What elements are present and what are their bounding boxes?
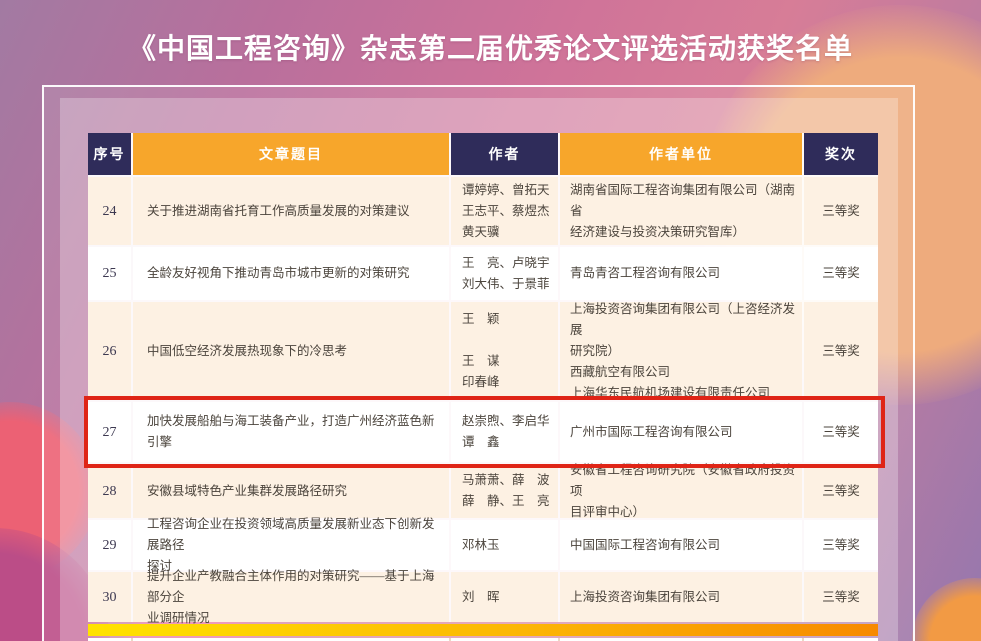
row-no: 25 xyxy=(88,247,131,300)
decor-orange-glow-circle xyxy=(912,578,981,641)
row-unit: 上海投资咨询集团有限公司 xyxy=(560,572,802,622)
row-unit: 湖南省国际工程咨询集团有限公司（湖南省 经济建设与投资决策研究智库） xyxy=(560,177,802,245)
row-award: 三等奖 xyxy=(804,247,878,300)
row-award: 三等奖 xyxy=(804,464,878,518)
header-cell-award: 奖次 xyxy=(804,133,878,175)
row-unit: 青岛青咨工程咨询有限公司 xyxy=(560,247,802,300)
row-award: 三等奖 xyxy=(804,520,878,570)
row-title: 加快发展船舶与海工装备产业，打造广州经济蓝色新引擎 xyxy=(133,402,449,462)
row-no: 27 xyxy=(88,402,131,462)
row-title: 提升企业产教融合主体作用的对策研究——基于上海部分企 业调研情况 xyxy=(133,572,449,622)
row-award: 三等奖 xyxy=(804,572,878,622)
row-no: 28 xyxy=(88,464,131,518)
row-unit: 中国国际工程咨询有限公司 xyxy=(560,520,802,570)
row-authors: 马萧萧、薛 波 薛 静、王 亮 xyxy=(451,464,558,518)
row-unit: 广州市国际工程咨询有限公司 xyxy=(560,402,802,462)
award-list-page: 《中国工程咨询》杂志第二届优秀论文评选活动获奖名单 序号 文章题目 作者 作者单… xyxy=(0,0,981,641)
row-authors: 王 亮、卢晓宇 刘大伟、于景菲 xyxy=(451,247,558,300)
header-cell-title: 文章题目 xyxy=(133,133,449,175)
row-no: 30 xyxy=(88,572,131,622)
header-cell-no: 序号 xyxy=(88,133,131,175)
row-authors: 邓林玉 xyxy=(451,520,558,570)
row-unit: 安徽省工程咨询研究院（安徽省政府投资项 目评审中心） xyxy=(560,464,802,518)
row-unit: 上海投资咨询集团有限公司（上咨经济发展 研究院） 西藏航空有限公司 上海华东民航… xyxy=(560,302,802,400)
row-authors: 赵崇煦、李启华 谭 鑫 xyxy=(451,402,558,462)
row-title: 安徽县域特色产业集群发展路径研究 xyxy=(133,464,449,518)
row-title: 中国低空经济发展热现象下的冷思考 xyxy=(133,302,449,400)
row-no: 24 xyxy=(88,177,131,245)
page-title: 《中国工程咨询》杂志第二届优秀论文评选活动获奖名单 xyxy=(0,27,981,67)
row-award: 三等奖 xyxy=(804,177,878,245)
gradient-divider-bar xyxy=(88,624,878,636)
row-title: 关于推进湖南省托育工作高质量发展的对策建议 xyxy=(133,177,449,245)
row-award: 三等奖 xyxy=(804,402,878,462)
header-cell-author: 作者 xyxy=(451,133,558,175)
row-authors: 谭婷婷、曾拓天 王志平、蔡煜杰 黄天骥 xyxy=(451,177,558,245)
award-table: 序号 文章题目 作者 作者单位 奖次 24 关于推进湖南省托育工作高质量发展的对… xyxy=(88,133,878,622)
row-no: 26 xyxy=(88,302,131,400)
row-award: 三等奖 xyxy=(804,302,878,400)
row-title: 工程咨询企业在投资领域高质量发展新业态下创新发展路径 探讨 xyxy=(133,520,449,570)
row-authors: 刘 晖 xyxy=(451,572,558,622)
row-authors: 王 颖 王 谋 印春峰 xyxy=(451,302,558,400)
header-cell-unit: 作者单位 xyxy=(560,133,802,175)
row-title: 全龄友好视角下推动青岛市城市更新的对策研究 xyxy=(133,247,449,300)
row-no: 29 xyxy=(88,520,131,570)
